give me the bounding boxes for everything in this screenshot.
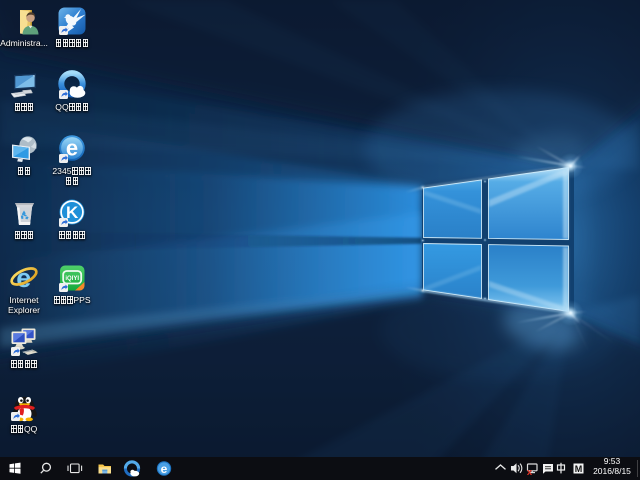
svg-text:K: K (66, 203, 79, 222)
svg-text:x: x (527, 467, 533, 478)
svg-text:M: M (575, 464, 583, 474)
svg-text:iQIYI: iQIYI (65, 276, 79, 282)
svg-text:e: e (161, 462, 168, 476)
